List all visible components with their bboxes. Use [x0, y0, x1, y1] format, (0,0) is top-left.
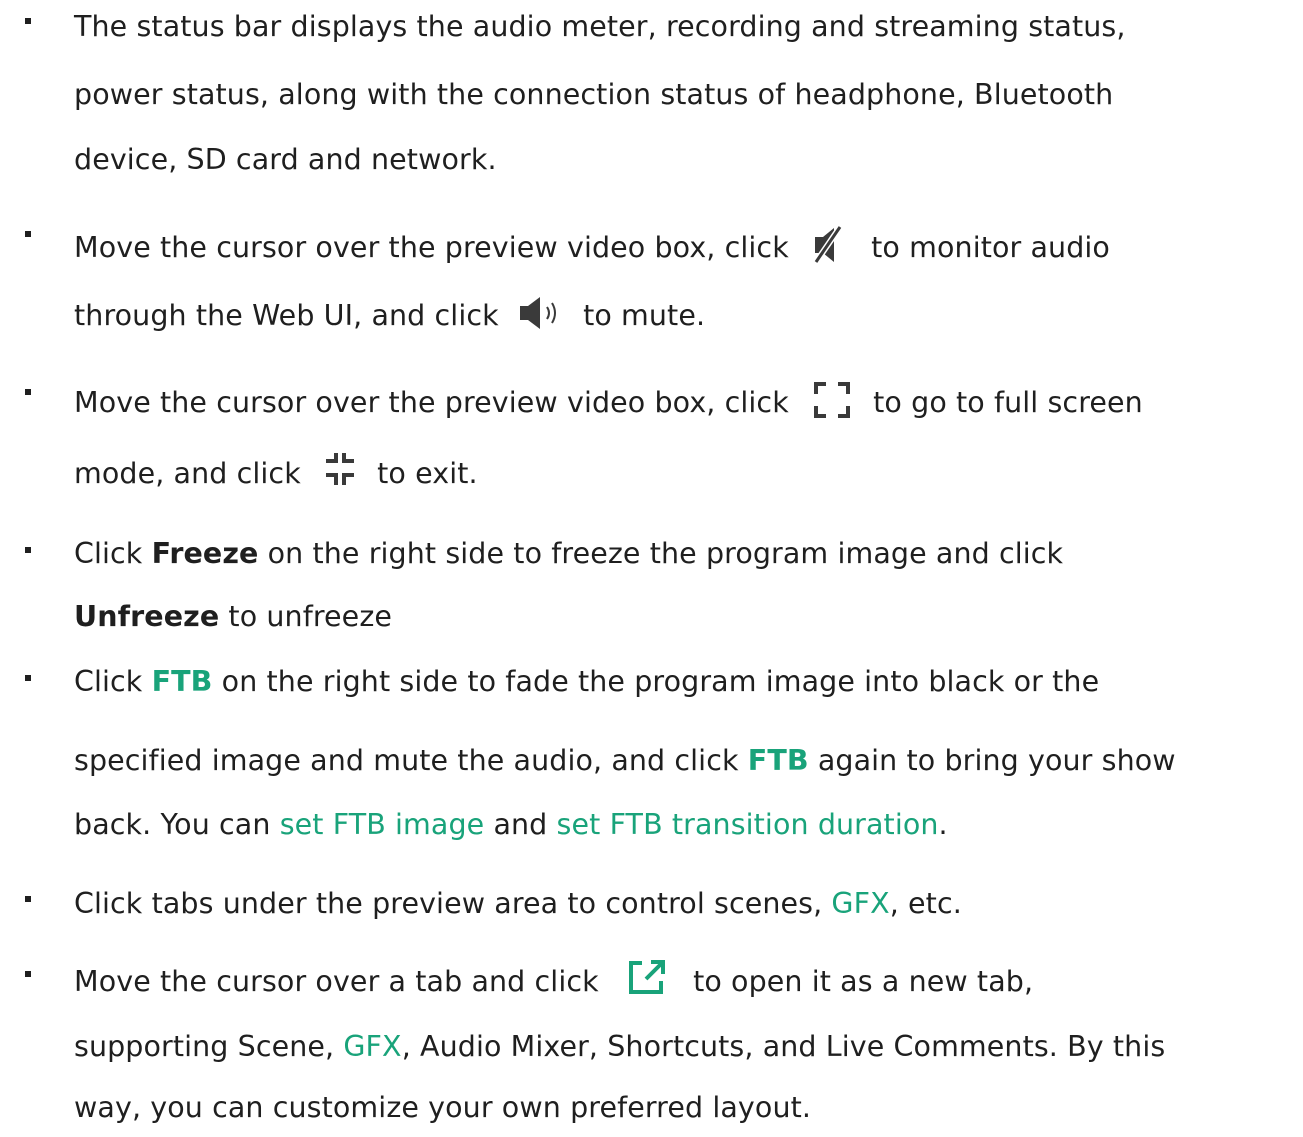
freeze-term: Freeze [151, 537, 259, 570]
bullet-marker [25, 547, 31, 553]
bullet-marker [25, 231, 31, 237]
bullet-text: Unfreeze to unfreeze [74, 600, 393, 633]
bullet-marker [25, 896, 31, 902]
bullet-text: Click tabs under the preview area to con… [74, 887, 962, 920]
fullscreen-exit-icon [322, 451, 358, 487]
bullet-text: Move the cursor over a tab and click to … [74, 959, 1033, 1002]
bullet-text: power status, along with the connection … [74, 78, 1114, 111]
open-new-tab-icon [628, 959, 668, 995]
bullet-text: way, you can customize your own preferre… [74, 1091, 812, 1124]
bullet-text: Click FTB on the right side to fade the … [74, 665, 1100, 698]
bullet-text: The status bar displays the audio meter,… [74, 10, 1126, 43]
document: The status bar displays the audio meter,… [0, 0, 1303, 1137]
bullet-marker [25, 675, 31, 681]
gfx-link[interactable]: GFX [343, 1030, 401, 1063]
bullet-text: mode, and click to exit. [74, 451, 478, 494]
bullet-text: back. You can set FTB image and set FTB … [74, 808, 948, 841]
ftb-term: FTB [747, 744, 809, 777]
bullet-marker [25, 389, 31, 395]
bullet-text: specified image and mute the audio, and … [74, 744, 1176, 777]
speaker-muted-icon [812, 225, 844, 265]
bullet-text: Click Freeze on the right side to freeze… [74, 537, 1064, 570]
bullet-text: Move the cursor over the preview video b… [74, 225, 1110, 269]
bullet-marker [25, 18, 31, 24]
ftb-term: FTB [151, 665, 213, 698]
set-ftb-image-link[interactable]: set FTB image [280, 808, 485, 841]
bullet-text: through the Web UI, and click to mute. [74, 296, 705, 336]
bullet-text: device, SD card and network. [74, 143, 497, 176]
bullet-marker [25, 971, 31, 977]
bullet-text: Move the cursor over the preview video b… [74, 382, 1143, 423]
set-ftb-transition-duration-link[interactable]: set FTB transition duration [557, 808, 939, 841]
speaker-on-icon [518, 295, 562, 331]
unfreeze-term: Unfreeze [74, 600, 220, 633]
fullscreen-enter-icon [813, 382, 850, 418]
gfx-link[interactable]: GFX [831, 887, 889, 920]
bullet-text: supporting Scene, GFX, Audio Mixer, Shor… [74, 1030, 1166, 1063]
